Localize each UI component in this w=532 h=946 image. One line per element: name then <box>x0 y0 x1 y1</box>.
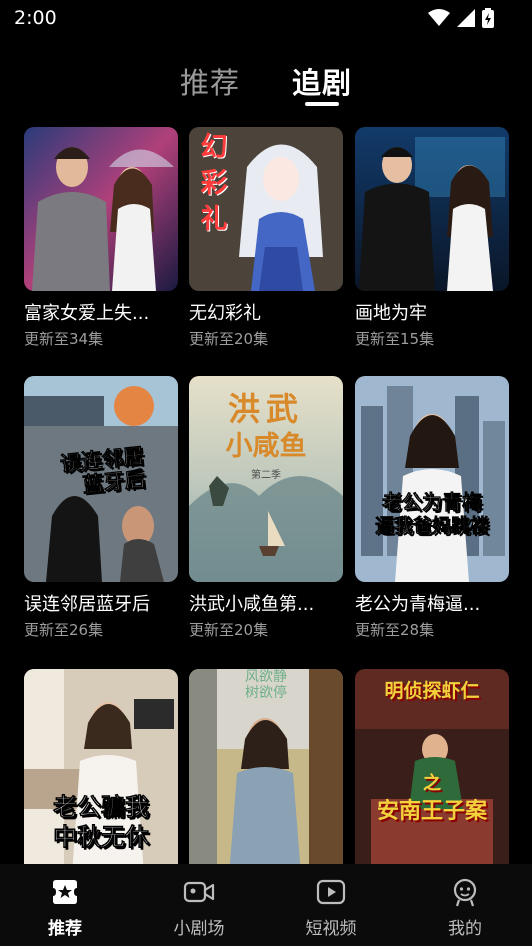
poster-title-line: 小咸鱼 <box>225 431 307 462</box>
drama-title: 洪武小咸鱼第... <box>189 594 315 615</box>
active-tab-indicator <box>305 102 339 106</box>
drama-grid: 富家女爱上失... 更新至34集 幻 彩 礼 无幻彩礼 更新至20集 画地为牢 … <box>0 127 532 864</box>
status-bar: 2:00 <box>0 0 532 36</box>
drama-card[interactable]: 洪武 小咸鱼 第二季 洪武小咸鱼第... 更新至20集 <box>189 376 343 639</box>
top-tabs: 推荐 追剧 <box>0 60 532 110</box>
drama-poster[interactable]: 老公骗我 中秋无休 <box>24 669 178 864</box>
drama-episodes: 更新至15集 <box>355 330 435 348</box>
drama-poster[interactable]: 老公为青梅 逼我爸妈跳楼 <box>355 376 509 582</box>
drama-title: 无幻彩礼 <box>189 303 261 324</box>
drama-title: 画地为牢 <box>355 303 427 324</box>
drama-episodes: 更新至20集 <box>189 621 269 639</box>
drama-card[interactable]: 老公骗我 中秋无休 <box>24 669 178 864</box>
poster-title-line: 老公为青梅 <box>382 490 483 515</box>
battery-icon <box>482 8 494 28</box>
drama-card[interactable]: 明侦探虾仁 之 安南王子案 <box>355 669 509 864</box>
drama-poster[interactable]: 明侦探虾仁 之 安南王子案 <box>355 669 509 864</box>
profile-icon <box>453 878 477 907</box>
nav-label: 推荐 <box>48 919 82 939</box>
poster-title-line: 明侦探虾仁 <box>384 680 480 702</box>
nav-label: 小剧场 <box>173 919 225 939</box>
bottom-nav: 推荐 小剧场 短视频 我的 <box>0 864 532 946</box>
nav-short-video[interactable]: 短视频 <box>286 876 376 939</box>
poster-title-line: 安南王子案 <box>376 799 487 824</box>
tab-recommend[interactable]: 推荐 <box>180 60 240 102</box>
wifi-icon <box>428 9 450 26</box>
drama-poster[interactable]: 误连邻居 蓝牙后 <box>24 376 178 582</box>
drama-episodes: 更新至20集 <box>189 330 269 348</box>
poster-title-line: 逼我爸妈跳楼 <box>374 515 490 538</box>
nav-profile[interactable]: 我的 <box>420 876 510 939</box>
drama-card[interactable]: 幻 彩 礼 无幻彩礼 更新至20集 <box>189 127 343 348</box>
status-time: 2:00 <box>14 7 57 29</box>
poster-title-line: 礼 <box>200 204 228 235</box>
poster-title-line: 树欲停 <box>245 685 287 701</box>
drama-card[interactable]: 误连邻居 蓝牙后 误连邻居蓝牙后 更新至26集 <box>24 376 178 639</box>
nav-label: 我的 <box>448 919 482 939</box>
poster-title-line: 彩 <box>200 168 228 199</box>
drama-card[interactable]: 富家女爱上失... 更新至34集 <box>24 127 178 348</box>
nav-mini-theater[interactable]: 小剧场 <box>154 876 244 939</box>
drama-poster[interactable] <box>355 127 509 291</box>
drama-poster[interactable]: 洪武 小咸鱼 第二季 <box>189 376 343 582</box>
play-icon <box>316 879 346 905</box>
signal-icon <box>457 9 475 27</box>
poster-subtitle: 第二季 <box>251 470 281 481</box>
drama-card[interactable]: 画地为牢 更新至15集 <box>355 127 509 348</box>
poster-title-line: 幻 <box>200 132 228 163</box>
drama-poster[interactable]: 幻 彩 礼 <box>189 127 343 291</box>
drama-episodes: 更新至26集 <box>24 621 104 639</box>
poster-title-line: 中秋无休 <box>53 823 150 852</box>
status-icons <box>428 8 494 28</box>
poster-title-line: 之 <box>423 773 441 794</box>
drama-card[interactable]: 风欲静 树欲停 <box>189 669 343 864</box>
poster-title-line: 风欲静 <box>245 669 287 685</box>
tab-follow[interactable]: 追剧 <box>292 60 352 102</box>
drama-title: 老公为青梅逼... <box>355 594 481 615</box>
drama-poster[interactable] <box>24 127 178 291</box>
poster-title-line: 洪武 <box>227 390 304 428</box>
drama-title: 富家女爱上失... <box>24 303 150 324</box>
poster-title-line: 老公骗我 <box>53 793 150 822</box>
recommend-icon <box>53 880 77 904</box>
nav-recommend[interactable]: 推荐 <box>20 876 110 939</box>
video-camera-icon <box>183 881 215 903</box>
drama-title: 误连邻居蓝牙后 <box>24 594 150 615</box>
drama-card[interactable]: 老公为青梅 逼我爸妈跳楼 老公为青梅逼... 更新至28集 <box>355 376 509 639</box>
nav-label: 短视频 <box>305 919 357 939</box>
drama-episodes: 更新至28集 <box>355 621 435 639</box>
drama-episodes: 更新至34集 <box>24 330 104 348</box>
drama-poster[interactable]: 风欲静 树欲停 <box>189 669 343 864</box>
